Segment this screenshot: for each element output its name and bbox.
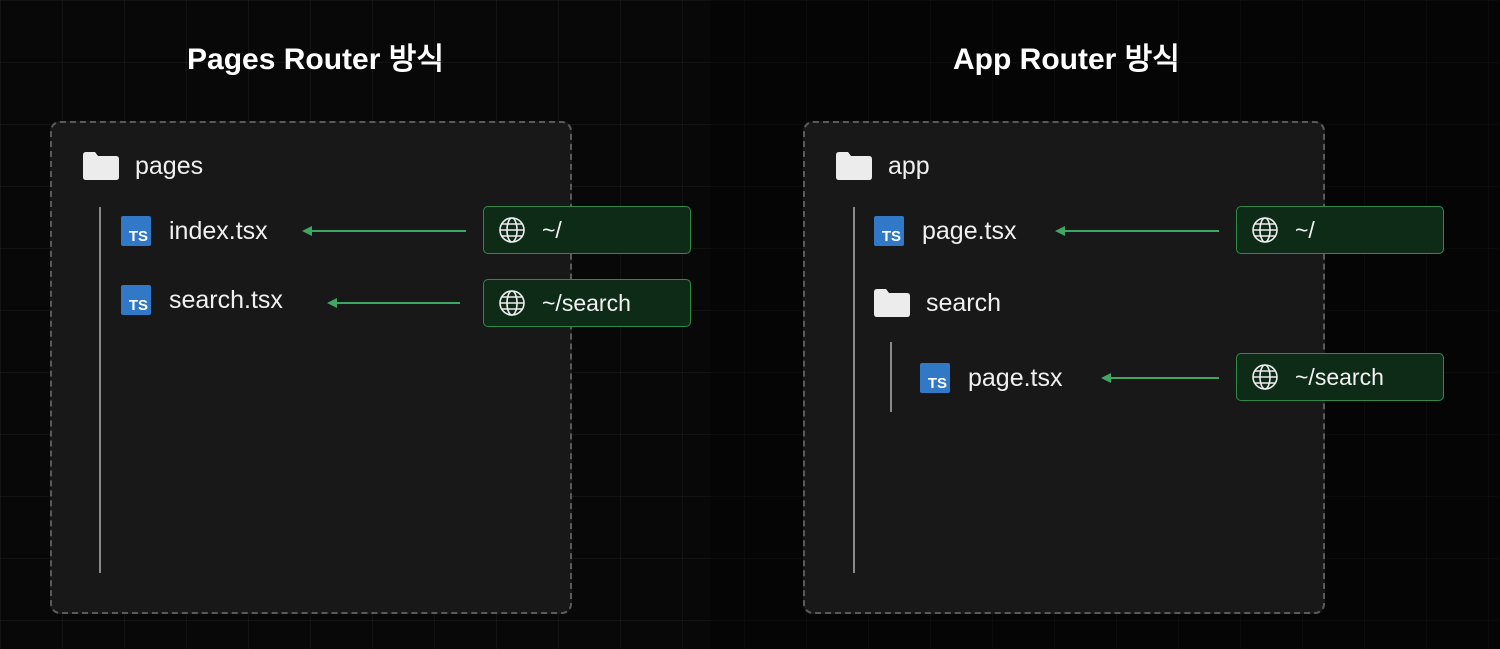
globe-icon: [1251, 216, 1279, 244]
arrow-left-icon: [1101, 372, 1219, 384]
subtree-line: [890, 342, 892, 412]
folder-label: search: [926, 288, 1002, 317]
route-text: ~/search: [542, 289, 631, 316]
route-badge-search: ~/search: [1236, 353, 1444, 401]
globe-icon: [498, 289, 526, 317]
folder-label: app: [888, 151, 930, 180]
folder-search: search: [874, 283, 1001, 323]
file-label: search.tsx: [169, 285, 283, 314]
file-label: index.tsx: [169, 216, 268, 245]
ts-icon: TS: [121, 216, 151, 246]
tree-line: [853, 207, 855, 573]
folder-icon: [874, 289, 910, 317]
route-badge-search: ~/search: [483, 279, 691, 327]
ts-icon: TS: [874, 216, 904, 246]
arrow-left-icon: [302, 225, 466, 237]
tree-line: [99, 207, 101, 573]
file-row-page-root: TS page.tsx: [874, 211, 1017, 251]
folder-app: app: [836, 146, 930, 186]
folder-icon: [836, 152, 872, 180]
app-router-title: App Router 방식: [953, 43, 1180, 76]
folder-label: pages: [135, 151, 204, 180]
file-row-index: TS index.tsx: [121, 211, 268, 251]
ts-icon: TS: [920, 363, 950, 393]
folder-icon: [83, 152, 119, 180]
route-badge-root: ~/: [1236, 206, 1444, 254]
route-text: ~/: [542, 216, 562, 243]
ts-icon: TS: [121, 285, 151, 315]
file-row-search: TS search.tsx: [121, 280, 283, 320]
file-row-page-search: TS page.tsx: [920, 358, 1063, 398]
route-text: ~/search: [1295, 363, 1384, 390]
globe-icon: [1251, 363, 1279, 391]
route-badge-root: ~/: [483, 206, 691, 254]
globe-icon: [498, 216, 526, 244]
arrow-left-icon: [1055, 225, 1219, 237]
pages-router-title: Pages Router 방식: [187, 43, 444, 76]
pages-router-panel: [50, 121, 572, 614]
arrow-left-icon: [327, 297, 460, 309]
folder-pages: pages: [83, 146, 203, 186]
route-text: ~/: [1295, 216, 1315, 243]
file-label: page.tsx: [968, 363, 1063, 392]
file-label: page.tsx: [922, 216, 1017, 245]
